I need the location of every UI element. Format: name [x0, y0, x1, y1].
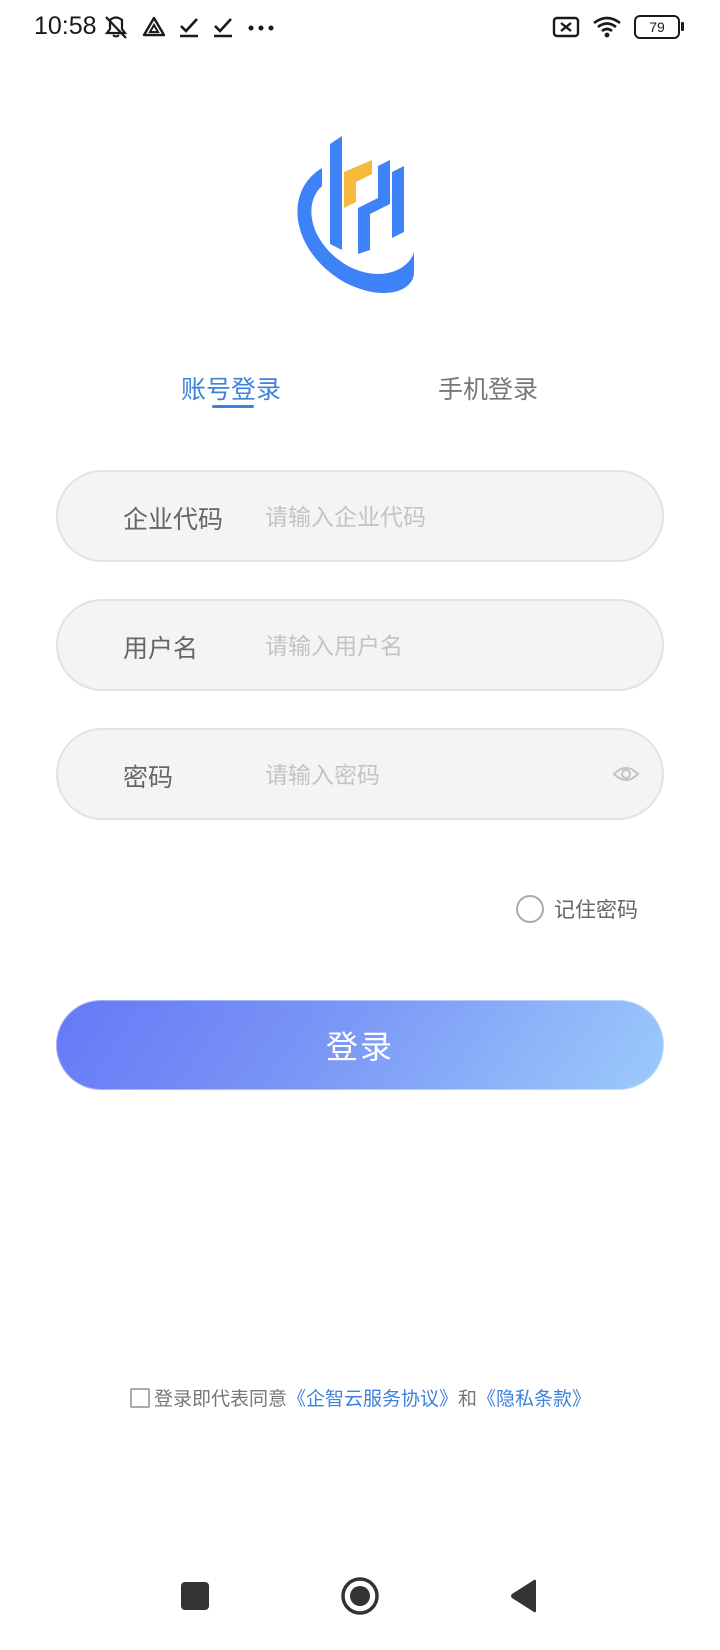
battery-icon: 79 [634, 15, 684, 39]
remember-password-label: 记住密码 [554, 898, 638, 922]
app-logo [297, 136, 414, 294]
username-input[interactable] [263, 623, 587, 671]
agreement: 登录即代表同意 《企智云服务协议》 和 《隐私条款》 [130, 1384, 591, 1411]
status-time: 10:58 [34, 12, 97, 40]
username-field: 用户名 [56, 599, 664, 691]
check-icon [180, 18, 198, 38]
remember-password-radio[interactable] [516, 895, 544, 923]
drive-icon [142, 16, 166, 37]
status-right-icons: 79 [552, 10, 684, 44]
username-label: 用户名 [123, 634, 199, 663]
check-icon [214, 18, 232, 38]
company-code-field: 企业代码 [56, 470, 664, 562]
home-button[interactable] [340, 1576, 380, 1616]
tab-account-login[interactable]: 账号登录 [181, 370, 281, 410]
navigation-bar [0, 1540, 720, 1650]
service-agreement-link[interactable]: 《企智云服务协议》 [287, 1384, 458, 1411]
more-icon [248, 25, 274, 31]
password-field: 密码 [56, 728, 664, 820]
privacy-policy-link[interactable]: 《隐私条款》 [477, 1384, 591, 1411]
wifi-icon [593, 16, 621, 38]
status-bar: 10:58 79 [0, 0, 720, 54]
tab-phone-login[interactable]: 手机登录 [438, 370, 538, 410]
status-left-icons [102, 10, 276, 44]
agreement-checkbox[interactable] [130, 1387, 150, 1408]
back-button[interactable] [508, 1578, 540, 1614]
company-code-input[interactable] [263, 494, 587, 542]
active-tab-indicator [212, 405, 254, 408]
eye-icon[interactable] [612, 762, 640, 786]
battery-level: 79 [649, 19, 665, 35]
company-code-label: 企业代码 [123, 505, 224, 534]
no-sim-icon [552, 16, 580, 38]
mute-icon [104, 16, 128, 39]
password-input[interactable] [263, 752, 587, 800]
recent-apps-button[interactable] [181, 1582, 209, 1610]
agreement-conjunction: 和 [458, 1388, 478, 1410]
remember-password[interactable]: 记住密码 [516, 894, 638, 924]
password-label: 密码 [123, 763, 174, 792]
agreement-prefix: 登录即代表同意 [154, 1388, 288, 1410]
login-button[interactable]: 登录 [56, 1000, 664, 1090]
